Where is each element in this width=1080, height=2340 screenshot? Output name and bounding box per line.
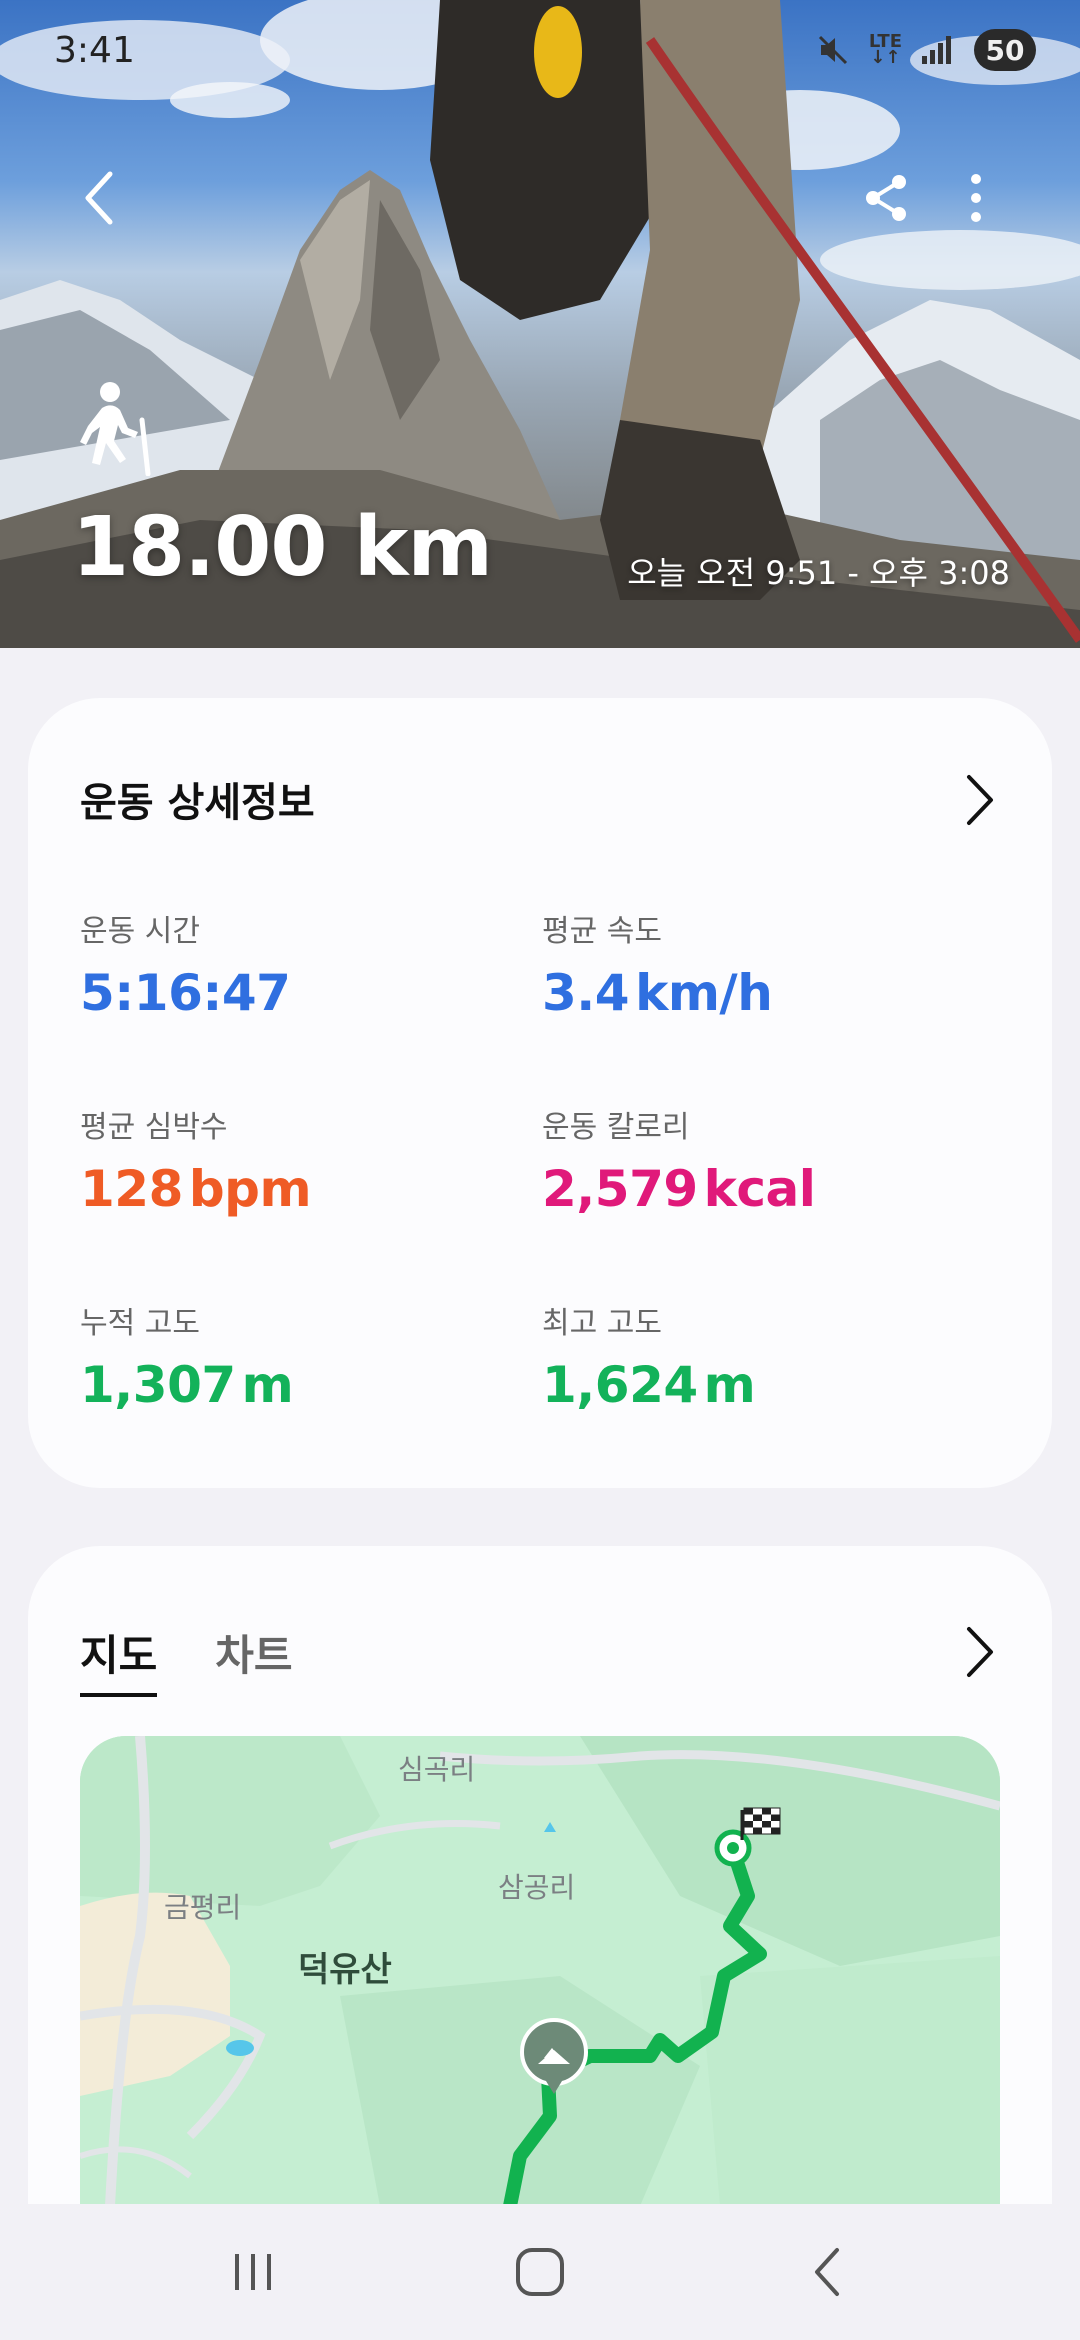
workout-details-card: 운동 상세정보 운동 시간 5:16:47 평균 속도 3.4 km/h 평균 심…	[28, 698, 1052, 1488]
hero-header: 3:41 LTE ↓↑ 50 18.00 km 오늘 오전 9:51 - 오후 …	[0, 0, 1080, 648]
map-more-button[interactable]	[948, 1620, 1012, 1684]
recent-apps-button[interactable]	[193, 2222, 313, 2322]
map-chart-tabs: 지도 차트	[80, 1622, 293, 1697]
metric-unit: km/h	[635, 964, 773, 1022]
home-icon	[515, 2248, 564, 2296]
metric-number: 1,624	[542, 1356, 698, 1414]
metric-avg-heart-rate: 평균 심박수 128 bpm	[80, 1102, 520, 1218]
metric-label: 운동 칼로리	[542, 1110, 690, 1145]
hiking-icon	[80, 382, 151, 476]
metric-value: 5:16:47	[80, 964, 520, 1022]
status-icons: LTE ↓↑ 50	[815, 29, 1036, 71]
back-nav-icon	[814, 2248, 839, 2296]
workout-time-range: 오늘 오전 9:51 - 오후 3:08	[627, 554, 1010, 592]
more-vertical-icon	[971, 174, 981, 222]
home-button[interactable]	[480, 2222, 600, 2322]
system-nav-bar	[0, 2204, 1080, 2340]
place-label: 심곡리	[398, 1753, 476, 1786]
metric-duration: 운동 시간 5:16:47	[80, 906, 520, 1022]
metric-number: 128	[80, 1160, 183, 1218]
status-time: 3:41	[54, 29, 135, 71]
metric-number: 5:16:47	[80, 964, 291, 1022]
share-button[interactable]	[844, 156, 928, 240]
peak-label: 덕유산	[298, 1950, 392, 1990]
battery-level: 50	[985, 33, 1025, 67]
metric-value: 1,624 m	[542, 1356, 982, 1414]
metric-label: 평균 심박수	[80, 1110, 228, 1145]
metric-unit: bpm	[188, 1160, 312, 1218]
tab-chart[interactable]: 차트	[215, 1622, 292, 1697]
distance-value: 18.00 km	[72, 500, 493, 595]
metric-elevation-gain: 누적 고도 1,307 m	[80, 1298, 520, 1414]
metric-value: 2,579 kcal	[542, 1160, 982, 1218]
metric-number: 3.4	[542, 964, 630, 1022]
lte-icon: LTE ↓↑	[869, 33, 902, 68]
metric-label: 운동 시간	[80, 914, 200, 949]
recent-apps-icon	[235, 2254, 272, 2290]
chevron-right-icon	[967, 775, 993, 825]
chevron-left-icon	[85, 171, 113, 225]
metric-unit: m	[241, 1356, 294, 1414]
metric-number: 1,307	[80, 1356, 236, 1414]
metric-label: 누적 고도	[80, 1306, 200, 1341]
metric-value: 128 bpm	[80, 1160, 520, 1218]
route-map[interactable]: 심곡리 삼공리 금평리 덕유산	[80, 1736, 1000, 2206]
signal-icon	[922, 36, 951, 64]
metric-number: 2,579	[542, 1160, 698, 1218]
back-nav-button[interactable]	[767, 2222, 887, 2322]
details-more-button[interactable]	[948, 768, 1012, 832]
place-label: 삼공리	[498, 1871, 576, 1904]
tab-map[interactable]: 지도	[80, 1622, 158, 1697]
metric-calories: 운동 칼로리 2,579 kcal	[542, 1102, 982, 1218]
status-bar: 3:41 LTE ↓↑ 50	[0, 0, 1080, 100]
metric-avg-speed: 평균 속도 3.4 km/h	[542, 906, 982, 1022]
metric-label: 평균 속도	[542, 914, 662, 949]
more-options-button[interactable]	[934, 156, 1018, 240]
data-arrows: ↓↑	[870, 47, 901, 68]
place-label: 금평리	[164, 1891, 242, 1924]
chevron-right-icon	[967, 1627, 993, 1677]
mute-icon	[818, 35, 847, 65]
details-title: 운동 상세정보	[80, 780, 315, 826]
map-canvas	[80, 1736, 1000, 2206]
metric-label: 최고 고도	[542, 1306, 662, 1341]
metric-unit: kcal	[703, 1160, 816, 1218]
battery-icon: 50	[974, 29, 1036, 71]
share-icon	[866, 175, 906, 221]
metric-value: 1,307 m	[80, 1356, 520, 1414]
water-icon	[226, 2040, 254, 2056]
start-marker	[714, 1829, 752, 1867]
metric-max-elevation: 최고 고도 1,624 m	[542, 1298, 982, 1414]
back-button[interactable]	[58, 156, 142, 240]
metric-unit: m	[703, 1356, 756, 1414]
metric-value: 3.4 km/h	[542, 964, 982, 1022]
